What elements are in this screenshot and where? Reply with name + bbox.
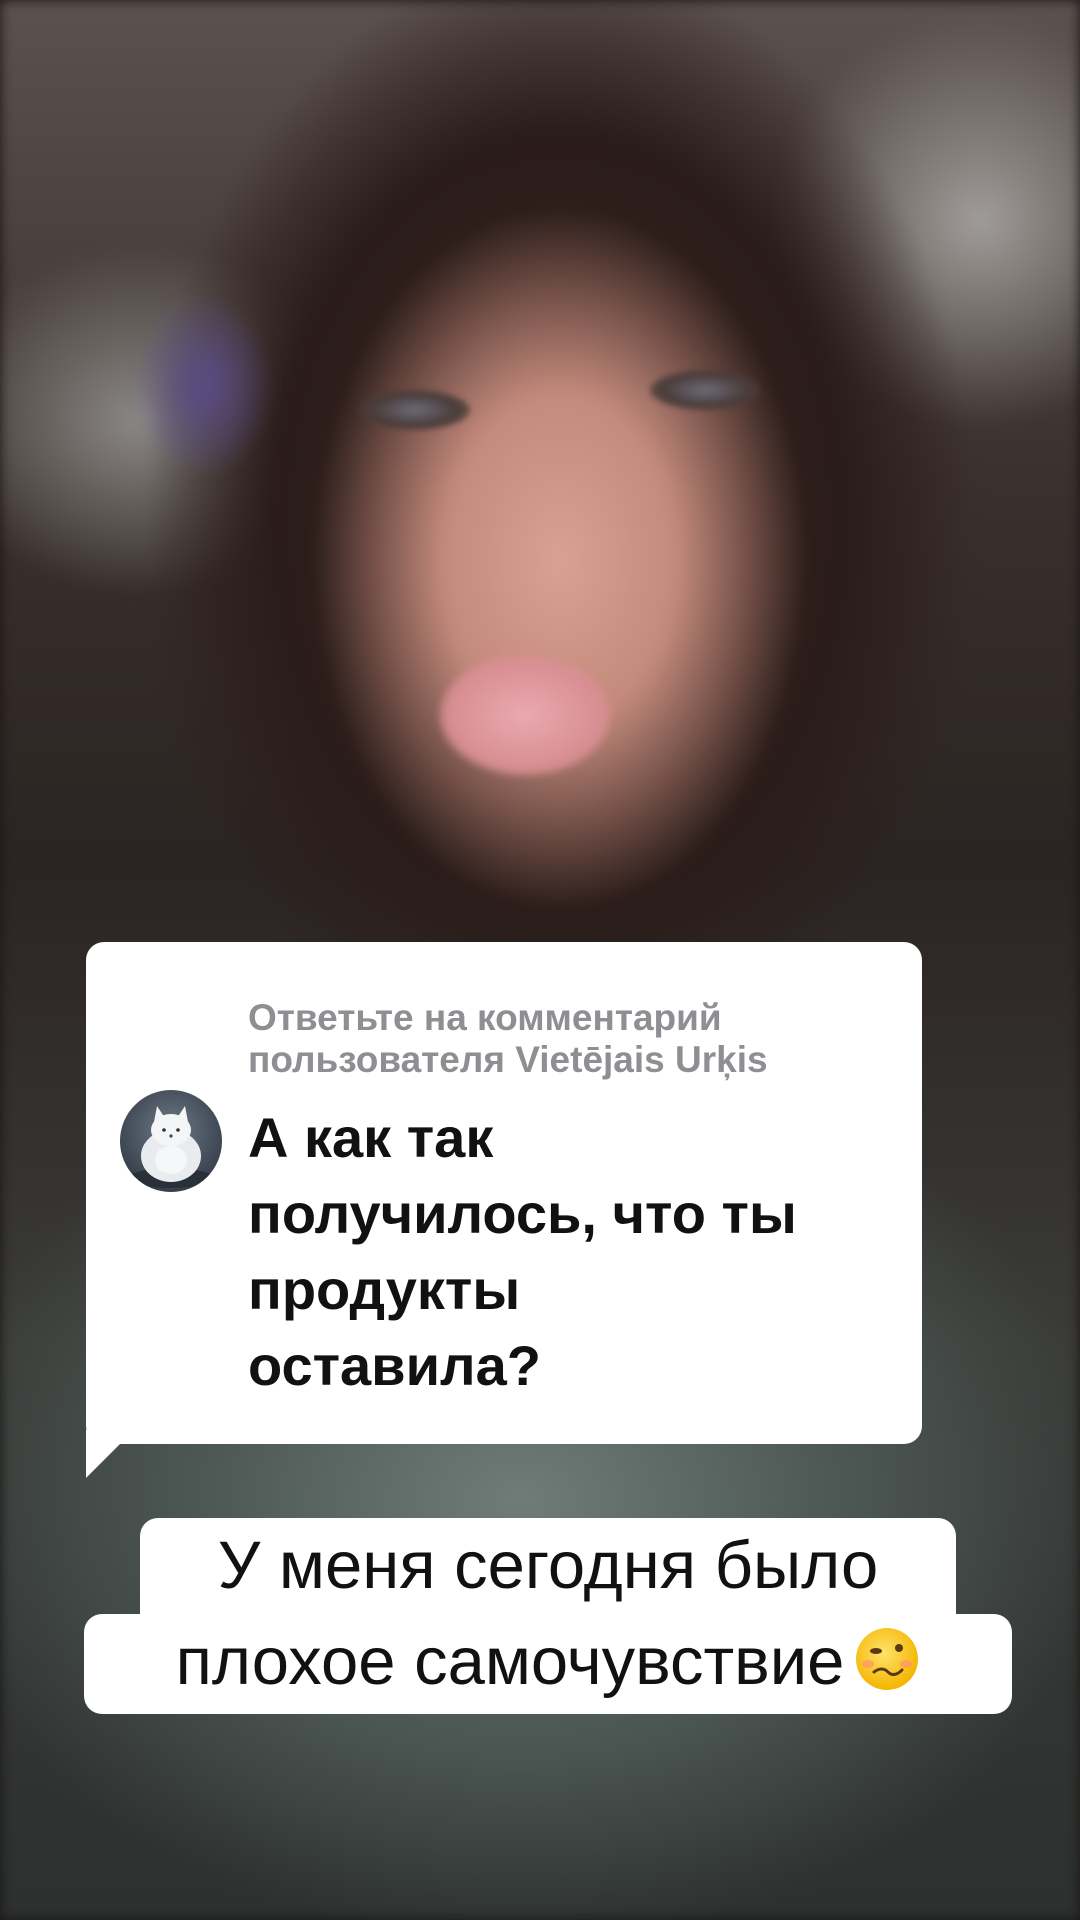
comment-line: получилось, что ты <box>248 1182 797 1245</box>
face-eye-left <box>360 390 470 430</box>
reply-comment-card[interactable]: Ответьте на комментарий пользователя Vie… <box>86 942 922 1444</box>
comment-line: продукты <box>248 1258 521 1321</box>
reply-card-tail <box>86 1430 134 1478</box>
fox-illustration <box>129 1106 213 1188</box>
white-fox-avatar-icon[interactable] <box>120 1090 222 1192</box>
reply-header-line2: пользователя Vietējais Urķis <box>248 1039 768 1080</box>
comment-line: А как так <box>248 1106 494 1169</box>
comment-line: оставила? <box>248 1334 541 1397</box>
woozy-face-emoji-icon <box>854 1622 920 1690</box>
caption-line-1: У меня сегодня было <box>140 1518 956 1620</box>
reply-header-line1: Ответьте на комментарий <box>248 997 722 1038</box>
caption-line-1-text: У меня сегодня было <box>217 1528 879 1603</box>
face-lips <box>440 655 610 775</box>
caption-line-2: плохое самочувствие <box>84 1614 1012 1714</box>
comment-text: А как так получилось, что ты продукты ос… <box>248 1100 888 1404</box>
blurred-object <box>140 300 270 470</box>
reply-header: Ответьте на комментарий пользователя Vie… <box>248 997 888 1081</box>
face-eye-right <box>650 370 760 410</box>
video-frame[interactable]: Ответьте на комментарий пользователя Vie… <box>0 0 1080 1920</box>
caption-line-2-text: плохое самочувствие <box>175 1624 845 1699</box>
